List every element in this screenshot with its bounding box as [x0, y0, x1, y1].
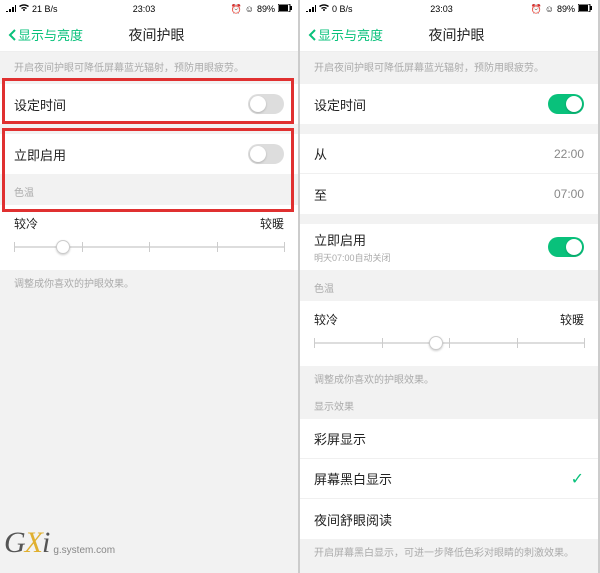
temp-cold-label: 较冷 — [14, 215, 38, 232]
temp-slider[interactable] — [314, 336, 584, 350]
schedule-label: 设定时间 — [14, 95, 66, 114]
bw-display-label: 屏幕黑白显示 — [314, 469, 392, 488]
battery-pct: 89% — [557, 4, 575, 14]
temp-slider[interactable] — [14, 240, 284, 254]
temp-section-label: 色温 — [300, 270, 598, 301]
section-now: 立即启用 明天07:00自动关闭 — [300, 224, 598, 270]
row-bw-display[interactable]: 屏幕黑白显示 ✓ — [300, 459, 598, 499]
enable-now-label: 立即启用 — [14, 145, 66, 164]
display-section-label: 显示效果 — [300, 392, 598, 419]
row-schedule[interactable]: 设定时间 — [300, 84, 598, 124]
header: 显示与亮度 夜间护眼 — [300, 18, 598, 52]
net-speed: 0 B/s — [332, 4, 353, 14]
status-time: 23:03 — [58, 4, 231, 14]
net-speed: 21 B/s — [32, 4, 58, 14]
status-bar: 0 B/s 23:03 ⏰ ☺ 89% — [300, 0, 598, 18]
section-schedule: 设定时间 — [300, 84, 598, 124]
enable-now-toggle[interactable] — [248, 144, 284, 164]
page-description: 开启夜间护眼可降低屏幕蓝光辐射，预防用眼疲劳。 — [0, 52, 298, 84]
row-schedule[interactable]: 设定时间 — [0, 84, 298, 124]
schedule-toggle[interactable] — [548, 94, 584, 114]
signal-icon — [306, 4, 316, 14]
battery-icon — [278, 4, 292, 14]
section-now: 立即启用 — [0, 134, 298, 174]
temp-section-label: 色温 — [0, 174, 298, 205]
battery-pct: 89% — [257, 4, 275, 14]
row-night-read[interactable]: 夜间舒眼阅读 — [300, 499, 598, 539]
schedule-label: 设定时间 — [314, 95, 366, 114]
night-read-label: 夜间舒眼阅读 — [314, 510, 392, 529]
display-footer: 开启屏幕黑白显示，可进一步降低色彩对眼睛的刺激效果。 — [300, 539, 598, 569]
wifi-icon — [319, 4, 329, 14]
temp-hint: 调整成你喜欢的护眼效果。 — [300, 366, 598, 392]
row-enable-now[interactable]: 立即启用 — [0, 134, 298, 174]
temp-slider-box: 较冷 较暖 — [0, 205, 298, 270]
section-time-range: 从 22:00 至 07:00 — [300, 134, 598, 214]
row-to[interactable]: 至 07:00 — [300, 174, 598, 214]
schedule-toggle[interactable] — [248, 94, 284, 114]
signal-icon — [6, 4, 16, 14]
enable-now-sub: 明天07:00自动关闭 — [314, 251, 391, 264]
alarm-icon: ⏰ — [231, 4, 242, 15]
alarm-icon: ⏰ — [531, 4, 542, 15]
to-value: 07:00 — [554, 187, 584, 201]
from-label: 从 — [314, 144, 327, 163]
phone-left: 21 B/s 23:03 ⏰ ☺ 89% 显示与亮度 夜间护眼 开启夜间护眼可降… — [0, 0, 298, 573]
section-schedule: 设定时间 — [0, 84, 298, 124]
page-description: 开启夜间护眼可降低屏幕蓝光辐射，预防用眼疲劳。 — [300, 52, 598, 84]
section-display: 彩屏显示 屏幕黑白显示 ✓ 夜间舒眼阅读 — [300, 419, 598, 539]
page-title: 夜间护眼 — [23, 25, 290, 45]
check-icon: ✓ — [571, 469, 584, 489]
wifi-icon — [19, 4, 29, 14]
temp-warm-label: 较暖 — [560, 311, 584, 328]
enable-now-label: 立即启用 — [314, 230, 391, 249]
battery-icon — [578, 4, 592, 14]
page-title: 夜间护眼 — [323, 25, 590, 45]
from-value: 22:00 — [554, 147, 584, 161]
phone-right: 0 B/s 23:03 ⏰ ☺ 89% 显示与亮度 夜间护眼 开启夜间护眼可降低… — [300, 0, 598, 573]
temp-slider-box: 较冷 较暖 — [300, 301, 598, 366]
temp-warm-label: 较暖 — [260, 215, 284, 232]
temp-cold-label: 较冷 — [314, 311, 338, 328]
enable-now-toggle[interactable] — [548, 237, 584, 257]
row-enable-now[interactable]: 立即启用 明天07:00自动关闭 — [300, 224, 598, 270]
status-time: 23:03 — [353, 4, 531, 14]
row-color-display[interactable]: 彩屏显示 — [300, 419, 598, 459]
to-label: 至 — [314, 185, 327, 204]
status-bar: 21 B/s 23:03 ⏰ ☺ 89% — [0, 0, 298, 18]
row-from[interactable]: 从 22:00 — [300, 134, 598, 174]
temp-hint: 调整成你喜欢的护眼效果。 — [0, 270, 298, 300]
header: 显示与亮度 夜间护眼 — [0, 18, 298, 52]
color-display-label: 彩屏显示 — [314, 429, 366, 448]
